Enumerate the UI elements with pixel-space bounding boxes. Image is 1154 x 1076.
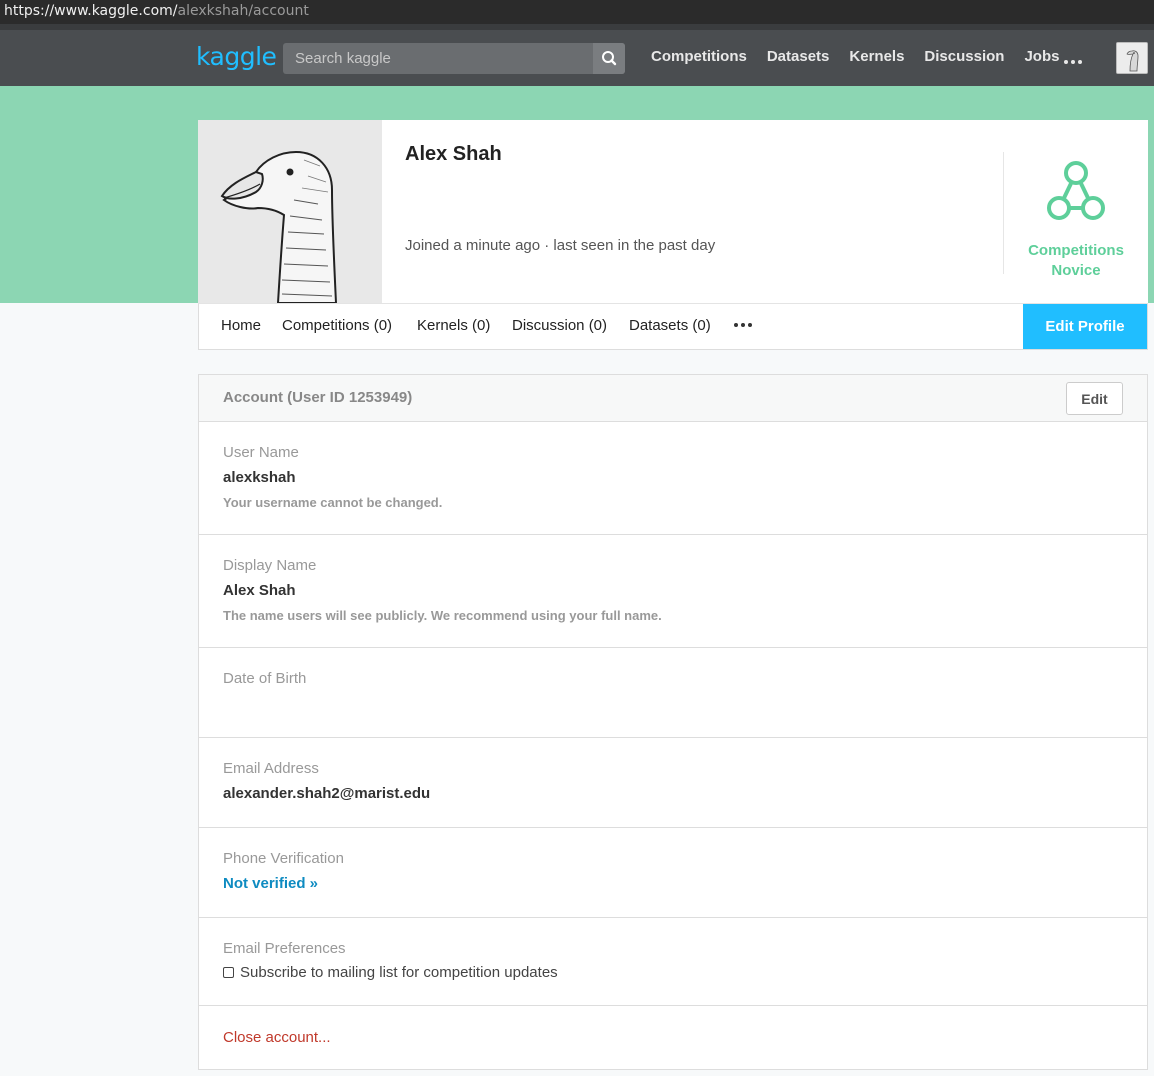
account-card: Account (User ID 1253949) Edit User Name… bbox=[198, 374, 1148, 1070]
goose-icon bbox=[198, 120, 382, 303]
goose-icon bbox=[1117, 43, 1147, 73]
nav-competitions[interactable]: Competitions bbox=[651, 48, 747, 65]
dob-label: Date of Birth bbox=[223, 670, 307, 687]
nav-datasets[interactable]: Datasets bbox=[767, 48, 830, 65]
user-avatar[interactable] bbox=[1116, 42, 1148, 74]
email-preferences-section: Email Preferences Subscribe to mailing l… bbox=[199, 918, 1147, 1006]
email-label: Email Address bbox=[223, 760, 319, 777]
account-header: Account (User ID 1253949) Edit bbox=[199, 375, 1147, 422]
email-section: Email Address alexander.shah2@marist.edu bbox=[199, 738, 1147, 828]
tab-competitions[interactable]: Competitions (0) bbox=[282, 317, 392, 334]
account-title: Account (User ID 1253949) bbox=[223, 389, 413, 406]
tier-category: Competitions bbox=[1028, 242, 1124, 259]
close-account-link[interactable]: Close account... bbox=[223, 1029, 331, 1046]
nav-jobs[interactable]: Jobs bbox=[1024, 48, 1059, 65]
profile-photo bbox=[198, 120, 382, 303]
nav-more-icon[interactable] bbox=[1063, 52, 1083, 70]
top-navigation: kaggle Competitions Datasets Kernels Dis… bbox=[0, 24, 1154, 86]
username-section: User Name alexkshah Your username cannot… bbox=[199, 422, 1147, 535]
url-path: alexkshah/account bbox=[177, 3, 309, 19]
tab-discussion[interactable]: Discussion (0) bbox=[512, 317, 607, 334]
tab-datasets[interactable]: Datasets (0) bbox=[629, 317, 711, 334]
profile-card: Alex Shah Joined a minute ago · last see… bbox=[198, 120, 1148, 303]
account-edit-button[interactable]: Edit bbox=[1066, 382, 1123, 415]
tier-label: Competitions Novice bbox=[1004, 241, 1148, 281]
display-name-hint: The name users will see publicly. We rec… bbox=[223, 608, 662, 623]
nav-discussion[interactable]: Discussion bbox=[924, 48, 1004, 65]
search-input[interactable] bbox=[283, 43, 593, 74]
email-preferences-label: Email Preferences bbox=[223, 940, 346, 957]
display-name-section: Display Name Alex Shah The name users wi… bbox=[199, 535, 1147, 648]
profile-tabs: Home Competitions (0) Kernels (0) Discus… bbox=[198, 303, 1148, 350]
profile-name: Alex Shah bbox=[405, 143, 502, 165]
nav-links: Competitions Datasets Kernels Discussion… bbox=[651, 48, 1059, 65]
kaggle-logo[interactable]: kaggle bbox=[196, 42, 277, 71]
tier-level: Novice bbox=[1051, 262, 1101, 279]
competitions-tier[interactable]: Competitions Novice bbox=[1004, 160, 1148, 281]
phone-verify-link[interactable]: Not verified » bbox=[223, 875, 318, 892]
tabs-more-icon[interactable] bbox=[733, 317, 753, 337]
url-scheme: https://www.kaggle.com/ bbox=[4, 3, 178, 19]
edit-profile-button[interactable]: Edit Profile bbox=[1023, 304, 1147, 349]
search-box bbox=[283, 43, 625, 74]
nav-kernels[interactable]: Kernels bbox=[849, 48, 904, 65]
search-icon bbox=[602, 51, 617, 66]
username-label: User Name bbox=[223, 444, 299, 461]
search-button[interactable] bbox=[593, 43, 625, 74]
tab-kernels[interactable]: Kernels (0) bbox=[417, 317, 490, 334]
email-value: alexander.shah2@marist.edu bbox=[223, 785, 431, 802]
tab-home[interactable]: Home bbox=[221, 317, 261, 334]
mailing-list-label: Subscribe to mailing list for competitio… bbox=[240, 964, 558, 981]
profile-joined-text: Joined a minute ago · last seen in the p… bbox=[405, 237, 716, 254]
phone-section: Phone Verification Not verified » bbox=[199, 828, 1147, 918]
username-value: alexkshah bbox=[223, 469, 296, 486]
display-name-label: Display Name bbox=[223, 557, 317, 574]
tier-icon bbox=[1047, 161, 1105, 220]
mailing-list-checkbox[interactable]: Subscribe to mailing list for competitio… bbox=[223, 964, 558, 981]
browser-url-bar[interactable]: https://www.kaggle.com/alexkshah/account bbox=[0, 0, 1154, 24]
phone-label: Phone Verification bbox=[223, 850, 344, 867]
checkbox-icon[interactable] bbox=[223, 967, 234, 978]
username-hint: Your username cannot be changed. bbox=[223, 495, 443, 510]
dob-section: Date of Birth bbox=[199, 648, 1147, 738]
display-name-value: Alex Shah bbox=[223, 582, 296, 599]
